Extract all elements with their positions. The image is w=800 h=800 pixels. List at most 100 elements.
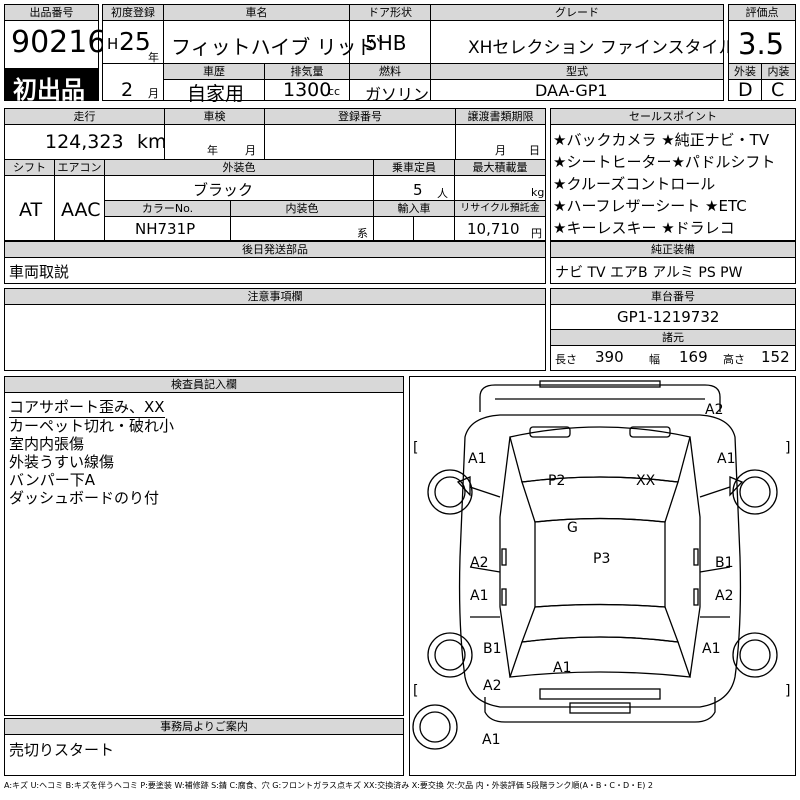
later-parts-label: 後日発送部品 <box>5 242 545 258</box>
genuine-value: ナビ TV エアB アルミ PS PW <box>555 265 743 281</box>
score-value: 3.5 <box>738 27 785 61</box>
transfer-label: 譲渡書類期限 <box>456 109 545 125</box>
office-value: 売切りスタート <box>9 741 115 759</box>
max-load-unit: kg <box>531 186 545 199</box>
shift-label: シフト <box>5 160 54 176</box>
damage-diagram: A2 A1 A1 P2 XX G P3 A2 B1 A1 A2 B1 A1 A1… <box>409 376 796 776</box>
mark-b1-right-mid: B1 <box>715 555 734 571</box>
fuel-value: ガソリン <box>365 85 430 104</box>
inspector-label: 検査員記入欄 <box>5 377 403 393</box>
mark-a1-center-back: A1 <box>553 660 571 676</box>
bracket-left-2: [ <box>413 683 418 699</box>
mark-p2: P2 <box>548 473 565 489</box>
mark-g: G <box>567 520 578 536</box>
trunk-shape <box>509 636 691 678</box>
lot-number: 90216 <box>11 25 107 60</box>
recycle-value: 10,710 <box>467 220 520 238</box>
genuine-label: 純正装備 <box>551 242 795 258</box>
transfer-day-unit: 日 <box>529 144 540 157</box>
ext-score-value: D <box>738 79 753 101</box>
notes-box: 注意事項欄 <box>4 288 546 371</box>
color-no-label: カラーNo. <box>105 201 230 217</box>
capacity-label: 乗車定員 <box>374 160 454 176</box>
height-value: 152 <box>761 348 790 366</box>
recycle-unit: 円 <box>531 227 542 240</box>
first-reg-month-unit: 月 <box>148 87 159 100</box>
height-label: 高さ <box>723 353 745 366</box>
inspection-month-unit: 月 <box>245 144 256 157</box>
mark-b1-left-back: B1 <box>483 641 502 657</box>
width-label: 幅 <box>649 353 660 366</box>
lot-box: 出品番号 90216 初出品 <box>4 4 106 104</box>
vehicle-info-box: 初度登録 車名 ドア形状 グレード H 25 年 フィットハイブ リッド゛ 5H… <box>102 4 736 105</box>
notes-label: 注意事項欄 <box>5 289 545 305</box>
mark-a2-right-rear: A2 <box>715 588 733 604</box>
ext-color-label: 外装色 <box>105 160 373 176</box>
reg-no-label: 登録番号 <box>265 109 455 125</box>
max-load-label: 最大積載量 <box>455 160 545 176</box>
hood-shape <box>509 426 691 483</box>
aircon-value: AAC <box>61 199 101 221</box>
displacement-label: 排気量 <box>265 64 349 80</box>
score-label: 評価点 <box>729 5 795 21</box>
rear-bumper-shape <box>484 697 716 723</box>
later-parts-box: 後日発送部品 車両取説 <box>4 241 546 284</box>
mark-a1-right-back: A1 <box>702 641 720 657</box>
chassis-box: 車台番号 GP1-1219732 諸元 長さ 390 幅 169 高さ 152 <box>550 288 796 371</box>
mark-a1-left-front: A1 <box>468 451 486 467</box>
length-value: 390 <box>595 348 624 366</box>
grade-label: グレード <box>431 5 723 21</box>
legend-text: A:キズ U:ヘコミ B:キズを伴うヘコミ P:要塗装 W:補修跡 S:錆 C:… <box>4 781 653 790</box>
sales-point-4: ★ハーフレザーシート ★ETC <box>553 197 747 215</box>
history-label: 車歴 <box>164 64 264 80</box>
length-label: 長さ <box>555 353 577 366</box>
specs-label: 諸元 <box>551 330 795 346</box>
car-name-label: 車名 <box>164 5 349 21</box>
ext-score-label: 外装 <box>729 64 761 80</box>
mileage-unit: km <box>137 131 167 153</box>
car-diagram-svg: A2 A1 A1 P2 XX G P3 A2 B1 A1 A2 B1 A1 A1… <box>412 380 790 750</box>
mark-p3: P3 <box>593 551 610 567</box>
car-name-value: フィットハイブ リッド゛ <box>171 35 397 59</box>
first-reg-month: 2 <box>121 79 134 101</box>
model-label: 型式 <box>431 64 723 80</box>
later-parts-value: 車両取説 <box>9 263 70 281</box>
inspection-label: 車検 <box>165 109 264 125</box>
import-label: 輸入車 <box>374 201 454 217</box>
sales-point-2: ★シートヒーター★パドルシフト <box>553 153 776 171</box>
inspector-box: 検査員記入欄 コアサポート歪み、XX カーペット切れ・破れ小 室内内張傷 外装う… <box>4 376 404 716</box>
mark-a2-left-mid: A2 <box>470 555 488 571</box>
transfer-month-unit: 月 <box>495 144 506 157</box>
door-value: 5HB <box>365 31 407 55</box>
bracket-right-2: ] <box>785 683 790 699</box>
bracket-left-1: [ <box>413 440 418 456</box>
shift-value: AT <box>19 199 43 221</box>
width-value: 169 <box>679 348 708 366</box>
capacity-unit: 人 <box>437 187 448 200</box>
displacement-unit: cc <box>328 85 341 98</box>
office-label: 事務局よりご案内 <box>5 719 403 735</box>
aircon-label: エアコン <box>55 160 104 176</box>
detail-box: 走行 車検 登録番号 譲渡書類期限 124,323 km 年 月 月 日 シフト… <box>4 108 546 241</box>
sales-point-1: ★バックカメラ ★純正ナビ・TV <box>553 131 770 149</box>
mark-a1-spare: A1 <box>482 732 500 748</box>
inspection-year-unit: 年 <box>207 144 218 157</box>
capacity-value: 5 <box>413 181 423 199</box>
first-reg-label: 初度登録 <box>103 5 163 21</box>
sales-points-label: セールスポイント <box>551 109 795 125</box>
office-box: 事務局よりご案内 売切りスタート <box>4 718 404 776</box>
first-reg-era: H <box>107 35 119 53</box>
history-value: 自家用 <box>187 83 245 105</box>
first-reg-year: 25 <box>119 27 151 56</box>
mileage-value: 124,323 <box>45 131 124 153</box>
bracket-right-1: ] <box>785 440 790 456</box>
displacement-value: 1300 <box>283 79 332 101</box>
score-box: 評価点 3.5 外装 内装 D C <box>728 4 796 101</box>
sales-point-5: ★キーレスキー ★ドラレコ <box>553 219 735 237</box>
ext-color-value: ブラック <box>193 181 254 199</box>
mark-a2-top: A2 <box>705 402 723 418</box>
inspector-line-6: ダッシュボードのり付 <box>9 489 160 507</box>
sales-points-box: セールスポイント ★バックカメラ ★純正ナビ・TV ★シートヒーター★パドルシフ… <box>550 108 796 241</box>
mark-a1-left-rear: A1 <box>470 588 488 604</box>
chassis-label: 車台番号 <box>551 289 795 305</box>
